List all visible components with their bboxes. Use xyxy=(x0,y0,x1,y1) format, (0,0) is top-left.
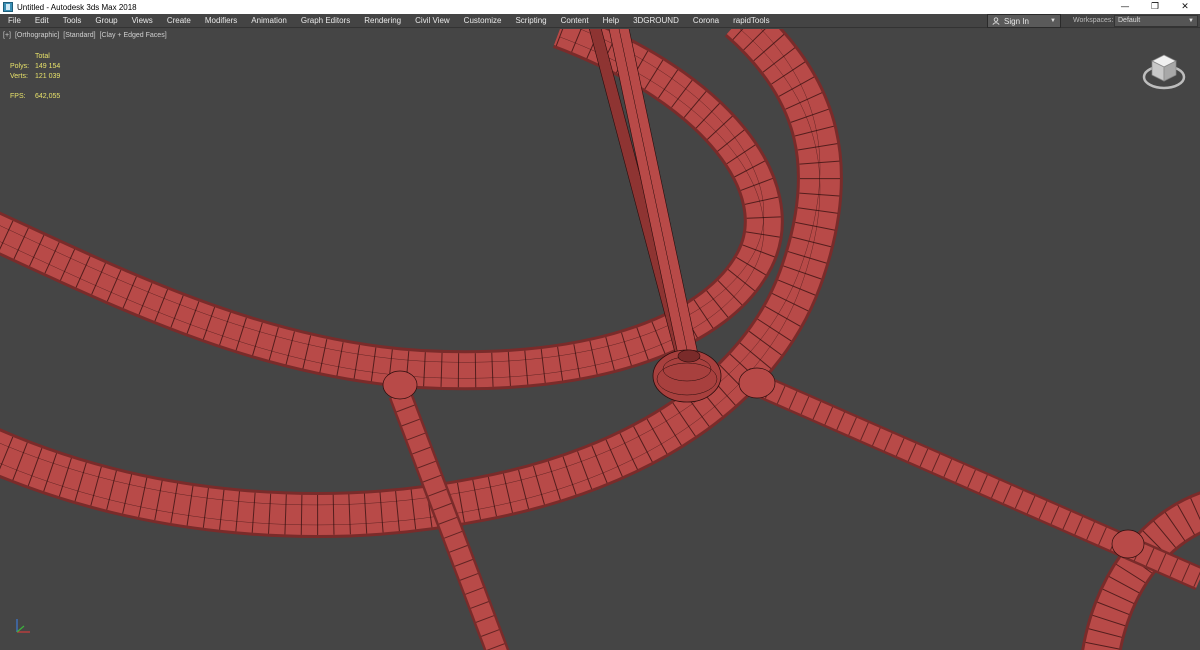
workspace-value: Default xyxy=(1118,17,1141,24)
menu-content[interactable]: Content xyxy=(554,14,596,28)
viewcube-icon[interactable] xyxy=(1142,49,1186,93)
viewport-display-mode[interactable]: [Clay + Edged Faces] xyxy=(100,32,167,39)
window-title: Untitled - Autodesk 3ds Max 2018 xyxy=(17,2,137,12)
viewport-view-type[interactable]: [Orthographic] xyxy=(15,32,59,39)
menu-customize[interactable]: Customize xyxy=(457,14,509,28)
title-bar: Untitled - Autodesk 3ds Max 2018 — ❐ ✕ xyxy=(0,0,1200,14)
scene-geometry xyxy=(0,29,1200,650)
menu-animation[interactable]: Animation xyxy=(244,14,294,28)
user-icon xyxy=(992,17,1000,25)
statistics-overlay: Total Polys: 149 154 Verts: 121 039 FPS: 64… xyxy=(10,52,60,102)
menu-edit[interactable]: Edit xyxy=(28,14,56,28)
menu-scripting[interactable]: Scripting xyxy=(508,14,553,28)
axis-tripod-icon xyxy=(16,619,30,633)
menu-rendering[interactable]: Rendering xyxy=(357,14,408,28)
window-controls: — ❐ ✕ xyxy=(1110,0,1200,14)
menu-modifiers[interactable]: Modifiers xyxy=(198,14,244,28)
hub-joint xyxy=(652,349,722,403)
app-icon xyxy=(3,2,13,12)
stats-polys-value: 149 154 xyxy=(35,63,61,70)
strut-right xyxy=(738,367,1200,590)
stats-fps-value: 642,055 xyxy=(35,93,61,100)
stats-total-label: Total xyxy=(35,53,50,60)
stats-fps-label: FPS: xyxy=(10,93,26,100)
menu-views[interactable]: Views xyxy=(125,14,160,28)
menu-help[interactable]: Help xyxy=(596,14,626,28)
close-button[interactable]: ✕ xyxy=(1170,0,1200,14)
viewport-menu-plus[interactable]: [+] xyxy=(3,32,11,39)
stats-verts-value: 121 039 xyxy=(35,73,61,80)
menu-corona[interactable]: Corona xyxy=(686,14,726,28)
menu-3dground[interactable]: 3DGROUND xyxy=(626,14,686,28)
menu-tools[interactable]: Tools xyxy=(56,14,89,28)
chevron-down-icon: ▼ xyxy=(1050,18,1056,24)
viewport-shading-preset[interactable]: [Standard] xyxy=(63,32,95,39)
workspace-select[interactable]: Default ▼ xyxy=(1114,15,1198,27)
stats-verts-label: Verts: xyxy=(10,73,28,80)
menu-rapidtools[interactable]: rapidTools xyxy=(726,14,776,28)
minimize-button[interactable]: — xyxy=(1110,0,1140,14)
sign-in-dropdown[interactable]: Sign In ▼ xyxy=(987,14,1061,28)
perspective-viewport[interactable]: [+] [Orthographic] [Standard] [Clay + Ed… xyxy=(0,29,1200,650)
viewport-label[interactable]: [+] [Orthographic] [Standard] [Clay + Ed… xyxy=(3,32,169,39)
menu-group[interactable]: Group xyxy=(88,14,124,28)
menu-create[interactable]: Create xyxy=(160,14,198,28)
stats-polys-label: Polys: xyxy=(10,63,30,70)
menu-civil-view[interactable]: Civil View xyxy=(408,14,457,28)
menu-file[interactable]: File xyxy=(0,14,28,28)
chevron-down-icon: ▼ xyxy=(1188,18,1194,24)
workspaces-label: Workspaces: xyxy=(1073,17,1114,24)
sign-in-label: Sign In xyxy=(1004,16,1029,26)
menu-graph-editors[interactable]: Graph Editors xyxy=(294,14,357,28)
restore-button[interactable]: ❐ xyxy=(1140,0,1170,14)
